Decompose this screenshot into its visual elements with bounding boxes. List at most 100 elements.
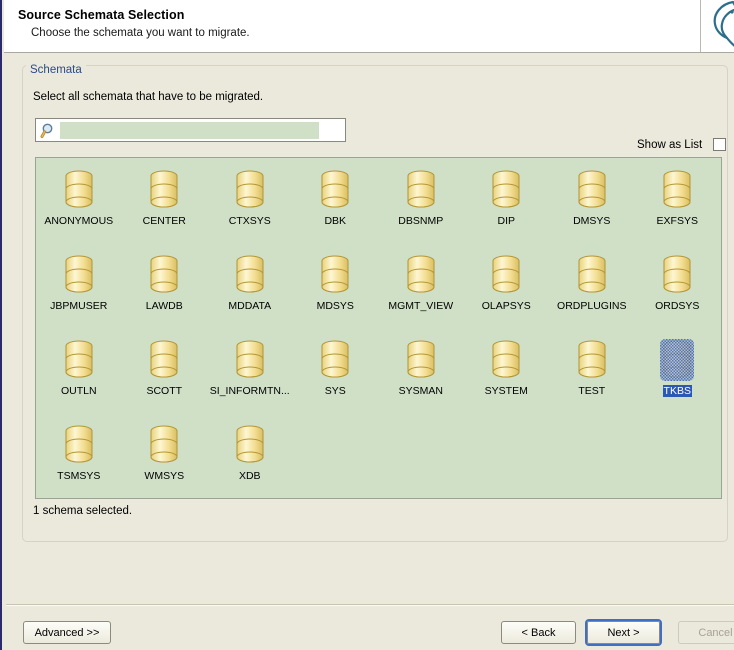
schema-item[interactable]: ORDPLUGINS	[549, 249, 635, 334]
schema-item[interactable]: DMSYS	[549, 164, 635, 249]
cancel-button: Cancel	[678, 621, 734, 644]
database-cylinder-icon	[489, 338, 523, 382]
database-cylinder-icon	[147, 168, 181, 212]
schema-item[interactable]: CTXSYS	[207, 164, 293, 249]
schemata-grid-row: TSMSYS WMSYS XDB	[36, 419, 721, 498]
schema-item-label: DIP	[497, 215, 515, 227]
instruction-text: Select all schemata that have to be migr…	[33, 91, 264, 103]
database-cylinder-icon	[575, 168, 609, 212]
database-cylinder-icon	[660, 253, 694, 297]
schema-item[interactable]: WMSYS	[122, 419, 208, 498]
schema-item[interactable]: LAWDB	[122, 249, 208, 334]
schema-item-label: ANONYMOUS	[44, 215, 114, 227]
schema-item[interactable]: MGMT_VIEW	[378, 249, 464, 334]
database-cylinder-icon	[62, 253, 96, 297]
schema-item-label: SYSTEM	[484, 385, 528, 397]
next-button[interactable]: Next >	[585, 619, 662, 646]
schemata-grid-row: ANONYMOUS CENTER CTXSYS DBK DBSNMP DIP DMSYS EX…	[36, 164, 721, 249]
schema-item[interactable]: SI_INFORMTN...	[207, 334, 293, 419]
window-left-rail	[0, 0, 4, 650]
schema-item-label: OLAPSYS	[481, 300, 531, 312]
database-cylinder-icon	[62, 168, 96, 212]
schema-item[interactable]: EXFSYS	[635, 164, 721, 249]
search-input[interactable]	[60, 122, 319, 139]
schema-item[interactable]: MDSYS	[293, 249, 379, 334]
schema-item-label: SYSMAN	[398, 385, 443, 397]
schema-item-label: SI_INFORMTN...	[209, 385, 290, 397]
database-cylinder-icon	[62, 338, 96, 382]
database-cylinder-icon	[233, 338, 267, 382]
schemata-grid-row: JBPMUSER LAWDB MDDATA MDSYS MGMT_VIEW OLAPSYS…	[36, 249, 721, 334]
next-button-label: Next >	[587, 621, 660, 644]
database-cylinder-icon	[404, 338, 438, 382]
show-as-list-label: Show as List	[637, 139, 703, 151]
schema-item[interactable]: DIP	[464, 164, 550, 249]
database-cylinder-icon	[660, 338, 695, 382]
schema-item[interactable]: ANONYMOUS	[36, 164, 122, 249]
show-as-list-checkbox[interactable]	[713, 138, 726, 151]
schema-item[interactable]: DBSNMP	[378, 164, 464, 249]
schema-item-label: DMSYS	[573, 215, 611, 227]
schemata-icon-grid[interactable]: ANONYMOUS CENTER CTXSYS DBK DBSNMP DIP DMSYS EX…	[35, 157, 722, 499]
database-cylinder-icon	[318, 168, 352, 212]
database-cylinder-icon	[62, 423, 96, 467]
schema-item[interactable]: MDDATA	[207, 249, 293, 334]
dolphin-logo-icon	[700, 0, 734, 52]
database-cylinder-icon	[233, 168, 267, 212]
schema-item[interactable]: CENTER	[122, 164, 208, 249]
database-cylinder-icon	[318, 338, 352, 382]
advanced-button[interactable]: Advanced >>	[23, 621, 111, 644]
wizard-window: Source Schemata Selection Choose the sch…	[0, 0, 734, 650]
schema-item-label: XDB	[238, 470, 261, 482]
schema-item-label: OUTLN	[60, 385, 97, 397]
schema-item-label: EXFSYS	[656, 215, 698, 227]
schema-item[interactable]: SYSMAN	[378, 334, 464, 419]
schema-item[interactable]: OUTLN	[36, 334, 122, 419]
page-title: Source Schemata Selection	[18, 8, 185, 22]
schema-item-label: CTXSYS	[228, 215, 271, 227]
schema-item[interactable]: OLAPSYS	[464, 249, 550, 334]
search-icon	[40, 122, 58, 140]
search-box[interactable]	[35, 118, 346, 142]
schema-item-label: LAWDB	[145, 300, 183, 312]
database-cylinder-icon	[489, 168, 523, 212]
schema-item-label: MDDATA	[228, 300, 272, 312]
database-cylinder-icon	[404, 168, 438, 212]
schema-item-label: MGMT_VIEW	[388, 300, 454, 312]
database-cylinder-icon	[147, 423, 181, 467]
database-cylinder-icon	[575, 253, 609, 297]
schema-item-label: SCOTT	[146, 385, 183, 397]
schema-item[interactable]: TSMSYS	[36, 419, 122, 498]
schemata-grid-rows: ANONYMOUS CENTER CTXSYS DBK DBSNMP DIP DMSYS EX…	[36, 158, 721, 498]
schema-item[interactable]: TEST	[549, 334, 635, 419]
database-cylinder-icon	[660, 168, 694, 212]
schema-item-label: DBK	[324, 215, 347, 227]
schema-item[interactable]: SYS	[293, 334, 379, 419]
schema-item-label: TKBS	[662, 385, 692, 397]
database-cylinder-icon	[147, 253, 181, 297]
schema-item-label: ORDSYS	[655, 300, 700, 312]
back-button[interactable]: < Back	[501, 621, 576, 644]
database-cylinder-icon	[233, 423, 267, 467]
schema-item[interactable]: XDB	[207, 419, 293, 498]
wizard-header: Source Schemata Selection Choose the sch…	[4, 0, 734, 53]
schema-item[interactable]: TKBS	[635, 334, 721, 419]
database-cylinder-icon	[147, 338, 181, 382]
database-cylinder-icon	[575, 338, 609, 382]
schema-item[interactable]: JBPMUSER	[36, 249, 122, 334]
schema-item-label: JBPMUSER	[50, 300, 108, 312]
schema-item-label: MDSYS	[316, 300, 354, 312]
selection-overlay	[660, 339, 695, 381]
schema-item-label: TEST	[578, 385, 606, 397]
database-cylinder-icon	[318, 253, 352, 297]
schema-item-label: CENTER	[142, 215, 186, 227]
schema-item[interactable]: ORDSYS	[635, 249, 721, 334]
schema-item-label: DBSNMP	[398, 215, 444, 227]
schema-item[interactable]: SYSTEM	[464, 334, 550, 419]
schema-item[interactable]: SCOTT	[122, 334, 208, 419]
schema-item[interactable]: DBK	[293, 164, 379, 249]
schemata-groupbox-legend: Schemata	[26, 64, 86, 76]
database-cylinder-icon	[404, 253, 438, 297]
button-bar: Advanced >> < Back Next > Cancel	[6, 606, 734, 650]
schemata-grid-row: OUTLN SCOTT SI_INFORMTN... SYS SYSMAN SYSTEM T…	[36, 334, 721, 419]
